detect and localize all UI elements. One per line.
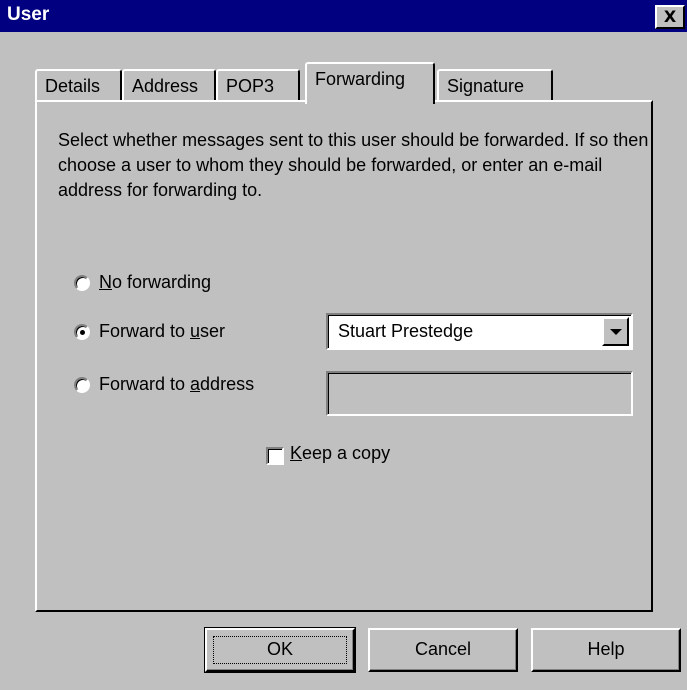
keep-copy-label[interactable]: Keep a copy — [290, 443, 390, 464]
close-icon: X — [663, 7, 677, 26]
tab-label: POP3 — [226, 76, 275, 96]
tab-pop3[interactable]: POP3 — [216, 69, 300, 103]
forward-user-select[interactable]: Stuart Prestedge — [326, 313, 633, 350]
tab-forwarding[interactable]: Forwarding — [305, 62, 435, 104]
window-title: User — [7, 4, 50, 25]
tab-details[interactable]: Details — [35, 69, 122, 103]
help-label: Help — [587, 639, 625, 659]
forward-address-field[interactable] — [326, 371, 633, 416]
forwarding-description: Select whether messages sent to this use… — [58, 130, 649, 200]
cancel-label: Cancel — [414, 639, 472, 659]
ok-button[interactable]: OK — [204, 627, 356, 673]
radio-label: Forward to user — [99, 321, 226, 341]
radio-button[interactable] — [74, 324, 90, 340]
tab-label: Details — [45, 76, 101, 96]
radio-button[interactable] — [74, 377, 90, 393]
tab-signature[interactable]: Signature — [437, 69, 553, 103]
radio-label: No forwarding — [99, 272, 212, 292]
help-button[interactable]: Help — [531, 628, 681, 672]
tab-address[interactable]: Address — [122, 69, 216, 103]
user-dialog: User X Details Address POP3 Forwarding S… — [0, 0, 687, 690]
tab-label: Signature — [447, 76, 525, 96]
tab-label: Address — [132, 76, 199, 96]
keep-copy-checkbox[interactable] — [266, 447, 284, 465]
focus-ring — [213, 636, 347, 664]
radio-label: Forward to address — [99, 374, 255, 394]
selected-user: Stuart Prestedge — [338, 321, 474, 341]
tab-label: Forwarding — [315, 69, 406, 89]
title-bar[interactable]: User X — [0, 0, 687, 32]
radio-button[interactable] — [74, 275, 90, 291]
close-button[interactable]: X — [655, 5, 685, 29]
cancel-button[interactable]: Cancel — [368, 628, 518, 672]
chevron-down-icon[interactable] — [602, 317, 629, 346]
